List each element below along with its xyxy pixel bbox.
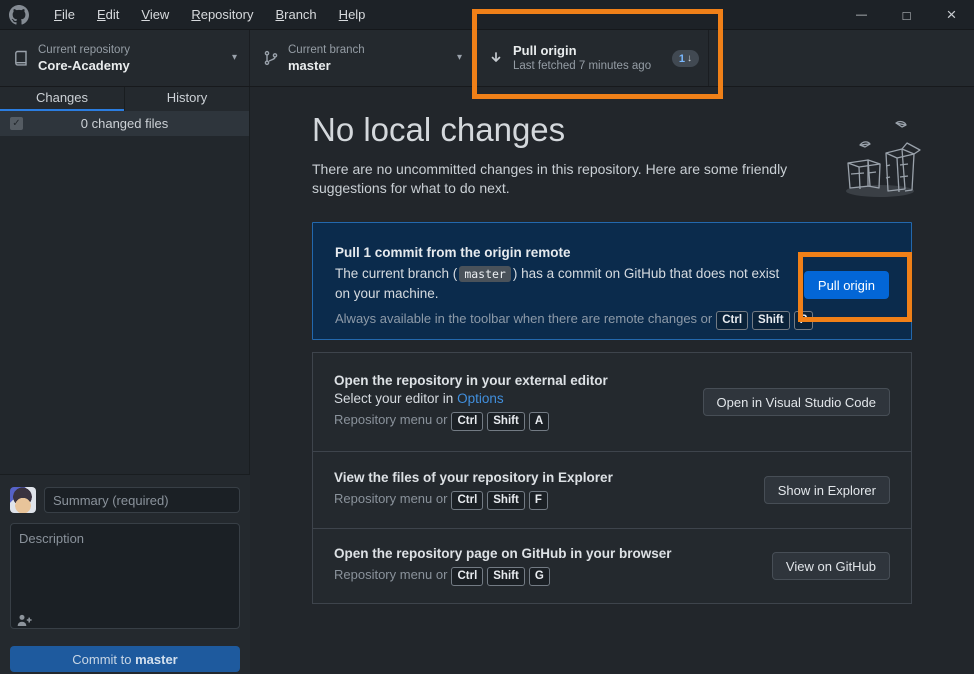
avatar xyxy=(10,487,36,513)
changed-files-row[interactable]: ✓ 0 changed files xyxy=(0,111,249,136)
window-controls: — □ × xyxy=(839,0,974,30)
menu-file[interactable]: File xyxy=(43,0,86,29)
sidebar-tabs: Changes History xyxy=(0,87,249,111)
chevron-down-icon: ▾ xyxy=(232,52,237,63)
commit-to-master-button[interactable]: Commit to master xyxy=(10,646,240,672)
maximize-button[interactable]: □ xyxy=(884,0,929,30)
toolbar: Current repository Core-Academy ▾ Curren… xyxy=(0,30,974,87)
key-ctrl: Ctrl xyxy=(451,491,483,510)
pull-card-hint: Always available in the toolbar when the… xyxy=(335,311,911,330)
key-shift: Shift xyxy=(487,412,525,431)
open-in-vscode-button[interactable]: Open in Visual Studio Code xyxy=(703,388,890,416)
show-in-explorer-button[interactable]: Show in Explorer xyxy=(764,476,890,504)
suggestion-line2: Select your editor in Options xyxy=(334,391,608,406)
options-link[interactable]: Options xyxy=(457,391,504,406)
menu-bar: File Edit View Repository Branch Help xyxy=(43,0,376,29)
pull-origin-title: Pull origin xyxy=(513,43,651,59)
suggestion-hint: Repository menu orCtrlShiftA xyxy=(334,412,608,431)
tab-history[interactable]: History xyxy=(124,87,249,111)
current-branch-value: master xyxy=(288,58,365,74)
menu-branch[interactable]: Branch xyxy=(264,0,327,29)
main-content: No local changes There are no uncommitte… xyxy=(251,87,974,674)
suggestion-external-editor: Open the repository in your external edi… xyxy=(312,352,912,452)
current-repository-value: Core-Academy xyxy=(38,58,130,74)
pull-card-title: Pull 1 commit from the origin remote xyxy=(335,245,911,260)
changed-files-count: 0 changed files xyxy=(81,116,168,131)
menu-help[interactable]: Help xyxy=(328,0,377,29)
pull-origin-subtitle: Last fetched 7 minutes ago xyxy=(513,59,651,74)
add-coauthor-icon[interactable] xyxy=(17,614,32,627)
suggestion-view-on-github: Open the repository page on GitHub in yo… xyxy=(312,528,912,604)
suggestion-show-in-explorer: View the files of your repository in Exp… xyxy=(312,451,912,529)
tab-changes[interactable]: Changes xyxy=(0,87,124,111)
suggestion-title: View the files of your repository in Exp… xyxy=(334,470,613,485)
key-a: A xyxy=(529,412,549,431)
pull-origin-button[interactable]: Pull origin xyxy=(804,271,889,299)
key-g: G xyxy=(529,567,550,586)
menu-repository[interactable]: Repository xyxy=(180,0,264,29)
github-desktop-window: File Edit View Repository Branch Help — … xyxy=(0,0,974,674)
pull-commit-card: Pull 1 commit from the origin remote The… xyxy=(312,222,912,340)
minimize-button[interactable]: — xyxy=(839,0,884,30)
pull-card-body: The current branch (master) has a commit… xyxy=(335,264,790,304)
current-repository-label: Current repository xyxy=(38,43,130,58)
view-on-github-button[interactable]: View on GitHub xyxy=(772,552,890,580)
git-branch-icon xyxy=(263,50,279,66)
github-logo-icon xyxy=(9,5,29,25)
chevron-down-icon: ▾ xyxy=(457,52,462,63)
suggestion-hint: Repository menu orCtrlShiftF xyxy=(334,491,613,510)
summary-input[interactable] xyxy=(44,487,240,513)
select-all-checkbox[interactable]: ✓ xyxy=(10,117,23,130)
key-ctrl: Ctrl xyxy=(451,567,483,586)
key-ctrl: Ctrl xyxy=(451,412,483,431)
key-shift: Shift xyxy=(487,491,525,510)
arrow-down-icon xyxy=(488,50,504,66)
key-p: P xyxy=(794,311,814,330)
current-branch-dropdown[interactable]: Current branch master ▾ xyxy=(250,30,475,86)
commit-panel: Commit to master xyxy=(0,474,250,674)
sidebar: Changes History ✓ 0 changed files Commit… xyxy=(0,87,250,674)
close-button[interactable]: × xyxy=(929,0,974,30)
suggestion-title: Open the repository page on GitHub in yo… xyxy=(334,546,672,561)
page-subtitle: There are no uncommitted changes in this… xyxy=(312,160,824,198)
current-branch-label: Current branch xyxy=(288,43,365,58)
key-ctrl: Ctrl xyxy=(716,311,748,330)
key-shift: Shift xyxy=(752,311,790,330)
behind-commits-badge: 1 ↓ xyxy=(672,50,699,67)
description-textarea[interactable] xyxy=(10,523,240,629)
branch-name-chip: master xyxy=(459,266,511,282)
current-repository-dropdown[interactable]: Current repository Core-Academy ▾ xyxy=(0,30,250,86)
no-changes-illustration xyxy=(834,115,926,199)
titlebar: File Edit View Repository Branch Help — … xyxy=(0,0,974,30)
key-shift: Shift xyxy=(487,567,525,586)
pull-origin-toolbar-button[interactable]: Pull origin Last fetched 7 minutes ago 1… xyxy=(475,30,709,86)
badge-arrow-down-icon: ↓ xyxy=(687,53,692,64)
suggestion-title: Open the repository in your external edi… xyxy=(334,373,608,388)
suggestion-hint: Repository menu orCtrlShiftG xyxy=(334,567,672,586)
badge-count: 1 xyxy=(679,53,685,65)
menu-view[interactable]: View xyxy=(130,0,180,29)
repo-icon xyxy=(13,50,29,66)
key-f: F xyxy=(529,491,548,510)
suggestions-list: Open the repository in your external edi… xyxy=(312,352,912,604)
menu-edit[interactable]: Edit xyxy=(86,0,130,29)
page-title: No local changes xyxy=(312,111,565,149)
